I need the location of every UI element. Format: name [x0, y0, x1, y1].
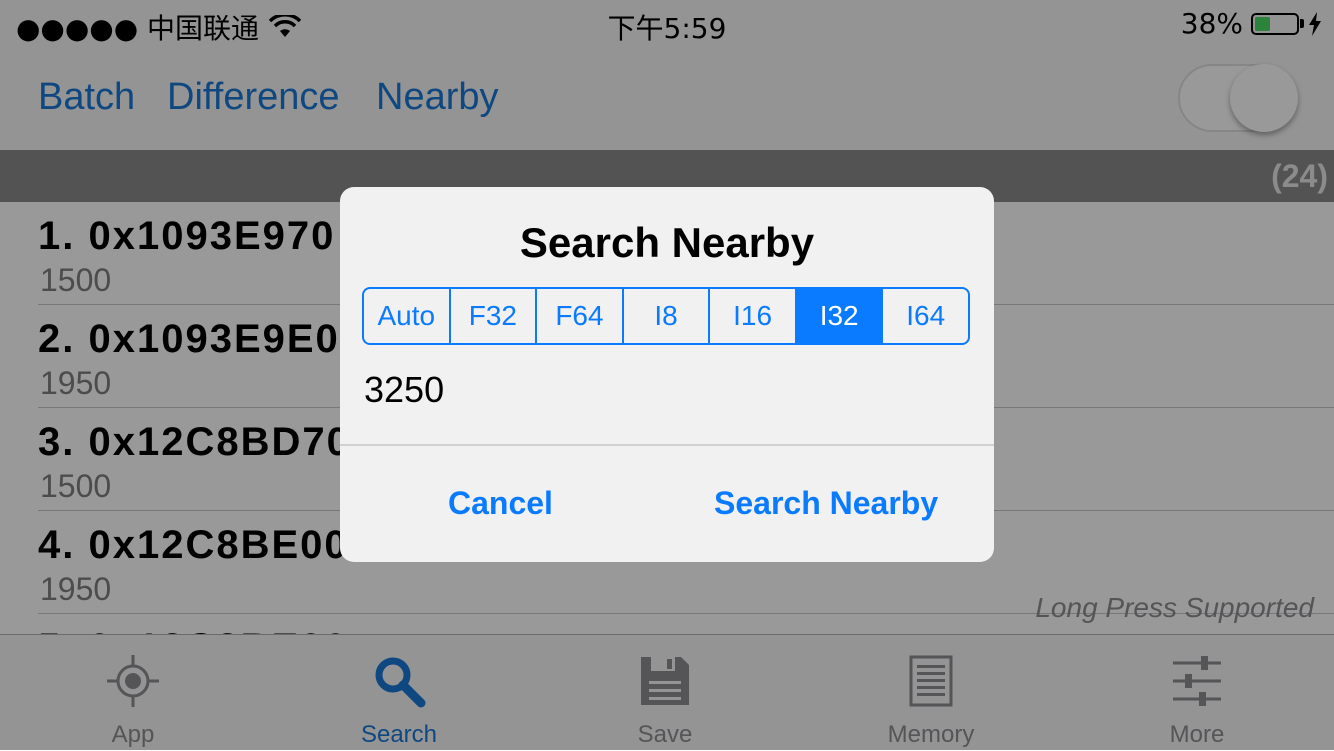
type-auto-segment[interactable]: Auto [364, 289, 451, 343]
search-nearby-button[interactable]: Search Nearby [714, 485, 938, 522]
search-nearby-dialog: Search Nearby Auto F32 F64 I8 I16 I32 I6… [340, 187, 994, 562]
cancel-button[interactable]: Cancel [448, 485, 553, 522]
dialog-title: Search Nearby [519, 219, 815, 266]
dialog-divider [340, 444, 994, 446]
search-value-input[interactable]: 3250 [364, 369, 444, 411]
type-i32-segment[interactable]: I32 [796, 289, 884, 343]
value-type-segmented-control: Auto F32 F64 I8 I16 I32 I64 [362, 287, 970, 345]
type-i8-segment[interactable]: I8 [624, 289, 711, 343]
type-f64-segment[interactable]: F64 [537, 289, 624, 343]
type-f32-segment[interactable]: F32 [451, 289, 538, 343]
type-i64-segment[interactable]: I64 [883, 289, 968, 343]
type-i16-segment[interactable]: I16 [710, 289, 797, 343]
